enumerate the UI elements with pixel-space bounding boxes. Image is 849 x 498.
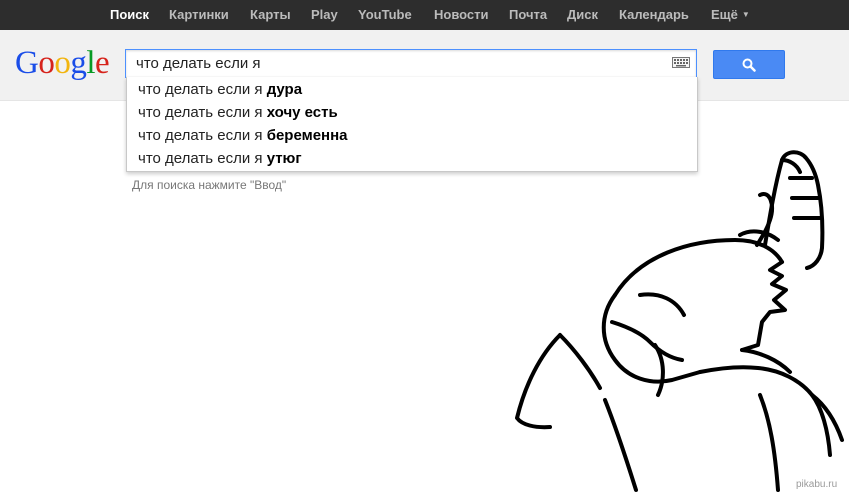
watermark: pikabu.ru xyxy=(796,479,838,490)
facepalm-drawing xyxy=(515,150,844,492)
